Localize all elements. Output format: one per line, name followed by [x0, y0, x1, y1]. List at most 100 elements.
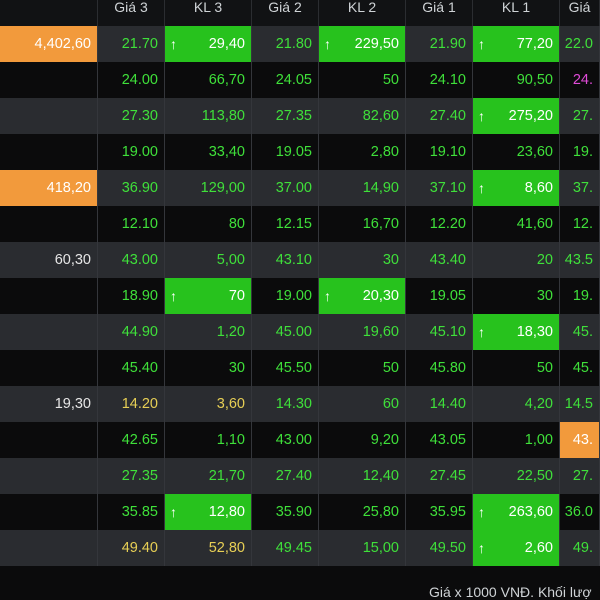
cell-value: 44.90 [121, 324, 158, 340]
cell-volume-3: 5,00 [165, 242, 252, 278]
cell-value: 36.0 [564, 504, 593, 520]
cell-volume-3: 21,70 [165, 458, 252, 494]
cell-ref-volume [0, 206, 98, 242]
price-table: 4,402,60 21.70 ↑ 29,40 21.80 ↑ 229,50 21.90 ↑ 77,… [0, 26, 600, 566]
cell-price-3: 21.70 [98, 26, 165, 62]
cell-value: 49.50 [429, 540, 466, 556]
cell-volume-3: 129,00 [165, 170, 252, 206]
cell-price-3: 42.65 [98, 422, 165, 458]
cell-value: 113,80 [201, 108, 245, 124]
price-board: Giá 3 KL 3 Giá 2 KL 2 Giá 1 KL 1 Giá 4,402,60 2… [0, 0, 600, 600]
table-row[interactable]: 12.10 80 12.15 16,70 12.20 41,60 12. [0, 206, 600, 242]
cell-price-next: 24. [560, 62, 600, 98]
cell-volume-1: ↑ 2,60 [473, 530, 560, 566]
table-row[interactable]: 418,20 36.90 129,00 37.00 14,90 37.10 ↑ 8,60 37. [0, 170, 600, 206]
cell-value: 49. [572, 540, 593, 556]
cell-value: 19. [572, 288, 593, 304]
cell-value: 43.10 [275, 252, 312, 268]
cell-value: 5,00 [216, 252, 245, 268]
cell-value: 1,10 [216, 432, 245, 448]
cell-price-3: 49.40 [98, 530, 165, 566]
cell-price-3: 18.90 [98, 278, 165, 314]
cell-value: 37.00 [275, 180, 312, 196]
cell-volume-1: 50 [473, 350, 560, 386]
cell-value: 49.45 [275, 540, 312, 556]
cell-value: 12,80 [208, 504, 245, 520]
cell-price-3: 45.40 [98, 350, 165, 386]
cell-value: 21,70 [208, 468, 245, 484]
cell-ref-volume [0, 422, 98, 458]
cell-price-next: 22.0 [560, 26, 600, 62]
cell-volume-2: 12,40 [319, 458, 406, 494]
cell-price-3: 36.90 [98, 170, 165, 206]
cell-value: 77,20 [516, 36, 553, 52]
table-row[interactable]: 19.00 33,40 19.05 2,80 19.10 23,60 19. [0, 134, 600, 170]
cell-value: 35.90 [275, 504, 312, 520]
cell-price-next: 43.5 [560, 242, 600, 278]
cell-ref-volume [0, 458, 98, 494]
cell-value: 45. [572, 360, 593, 376]
cell-price-3: 35.85 [98, 494, 165, 530]
arrow-up-icon: ↑ [478, 324, 485, 340]
cell-price-2: 27.35 [252, 98, 319, 134]
cell-volume-1: 1,00 [473, 422, 560, 458]
cell-price-1: 45.80 [406, 350, 473, 386]
cell-volume-1: 30 [473, 278, 560, 314]
cell-volume-2: 19,60 [319, 314, 406, 350]
table-row[interactable]: 27.30 113,80 27.35 82,60 27.40 ↑ 275,20 27. [0, 98, 600, 134]
cell-value: 50 [382, 360, 399, 376]
arrow-up-icon: ↑ [170, 504, 177, 520]
table-row[interactable]: 42.65 1,10 43.00 9,20 43.05 1,00 43. [0, 422, 600, 458]
cell-price-next: 37. [560, 170, 600, 206]
cell-value: 14.30 [275, 396, 312, 412]
cell-volume-3: 66,70 [165, 62, 252, 98]
cell-value: 29,40 [208, 36, 245, 52]
cell-value: 15,00 [362, 540, 399, 556]
cell-ref-volume: 418,20 [0, 170, 98, 206]
cell-price-1: 19.10 [406, 134, 473, 170]
cell-volume-3: 80 [165, 206, 252, 242]
cell-volume-1: ↑ 263,60 [473, 494, 560, 530]
cell-price-2: 14.30 [252, 386, 319, 422]
cell-volume-2: 60 [319, 386, 406, 422]
cell-value: 19.05 [275, 144, 312, 160]
header-price-next: Giá [560, 0, 600, 26]
cell-value: 12.20 [429, 216, 466, 232]
cell-price-3: 27.35 [98, 458, 165, 494]
cell-volume-3: 33,40 [165, 134, 252, 170]
table-row[interactable]: 27.35 21,70 27.40 12,40 27.45 22,50 27. [0, 458, 600, 494]
table-row[interactable]: 24.00 66,70 24.05 50 24.10 90,50 24. [0, 62, 600, 98]
table-row[interactable]: 35.85 ↑ 12,80 35.90 25,80 35.95 ↑ 263,60 36.0 [0, 494, 600, 530]
cell-volume-2: 30 [319, 242, 406, 278]
cell-value: 41,60 [516, 216, 553, 232]
cell-value: 27.35 [121, 468, 158, 484]
table-row[interactable]: 19,30 14.20 3,60 14.30 60 14.40 4,20 14.5 [0, 386, 600, 422]
cell-price-2: 19.05 [252, 134, 319, 170]
cell-value: 275,20 [508, 108, 553, 124]
cell-value: 37.10 [429, 180, 466, 196]
cell-ref-volume: 60,30 [0, 242, 98, 278]
cell-volume-1: 4,20 [473, 386, 560, 422]
table-row[interactable]: 18.90 ↑ 70 19.00 ↑ 20,30 19.05 30 19. [0, 278, 600, 314]
cell-price-3: 19.00 [98, 134, 165, 170]
cell-value: 52,80 [208, 540, 245, 556]
cell-value: 229,50 [354, 36, 399, 52]
cell-price-next: 45. [560, 314, 600, 350]
table-row[interactable]: 45.40 30 45.50 50 45.80 50 45. [0, 350, 600, 386]
arrow-up-icon: ↑ [170, 36, 177, 52]
cell-price-3: 14.20 [98, 386, 165, 422]
cell-value: 4,20 [524, 396, 553, 412]
cell-volume-1: 41,60 [473, 206, 560, 242]
cell-value: 45.50 [275, 360, 312, 376]
cell-value: 21.90 [429, 36, 466, 52]
cell-price-1: 27.45 [406, 458, 473, 494]
table-row[interactable]: 4,402,60 21.70 ↑ 29,40 21.80 ↑ 229,50 21.90 ↑ 77,… [0, 26, 600, 62]
cell-value: 36.90 [121, 180, 158, 196]
table-row[interactable]: 60,30 43.00 5,00 43.10 30 43.40 20 43.5 [0, 242, 600, 278]
cell-price-2: 43.00 [252, 422, 319, 458]
cell-value: 4,402,60 [34, 36, 91, 52]
table-row[interactable]: 44.90 1,20 45.00 19,60 45.10 ↑ 18,30 45. [0, 314, 600, 350]
cell-value: 22.0 [564, 36, 593, 52]
table-row[interactable]: 49.40 52,80 49.45 15,00 49.50 ↑ 2,60 49. [0, 530, 600, 566]
cell-value: 60 [382, 396, 399, 412]
